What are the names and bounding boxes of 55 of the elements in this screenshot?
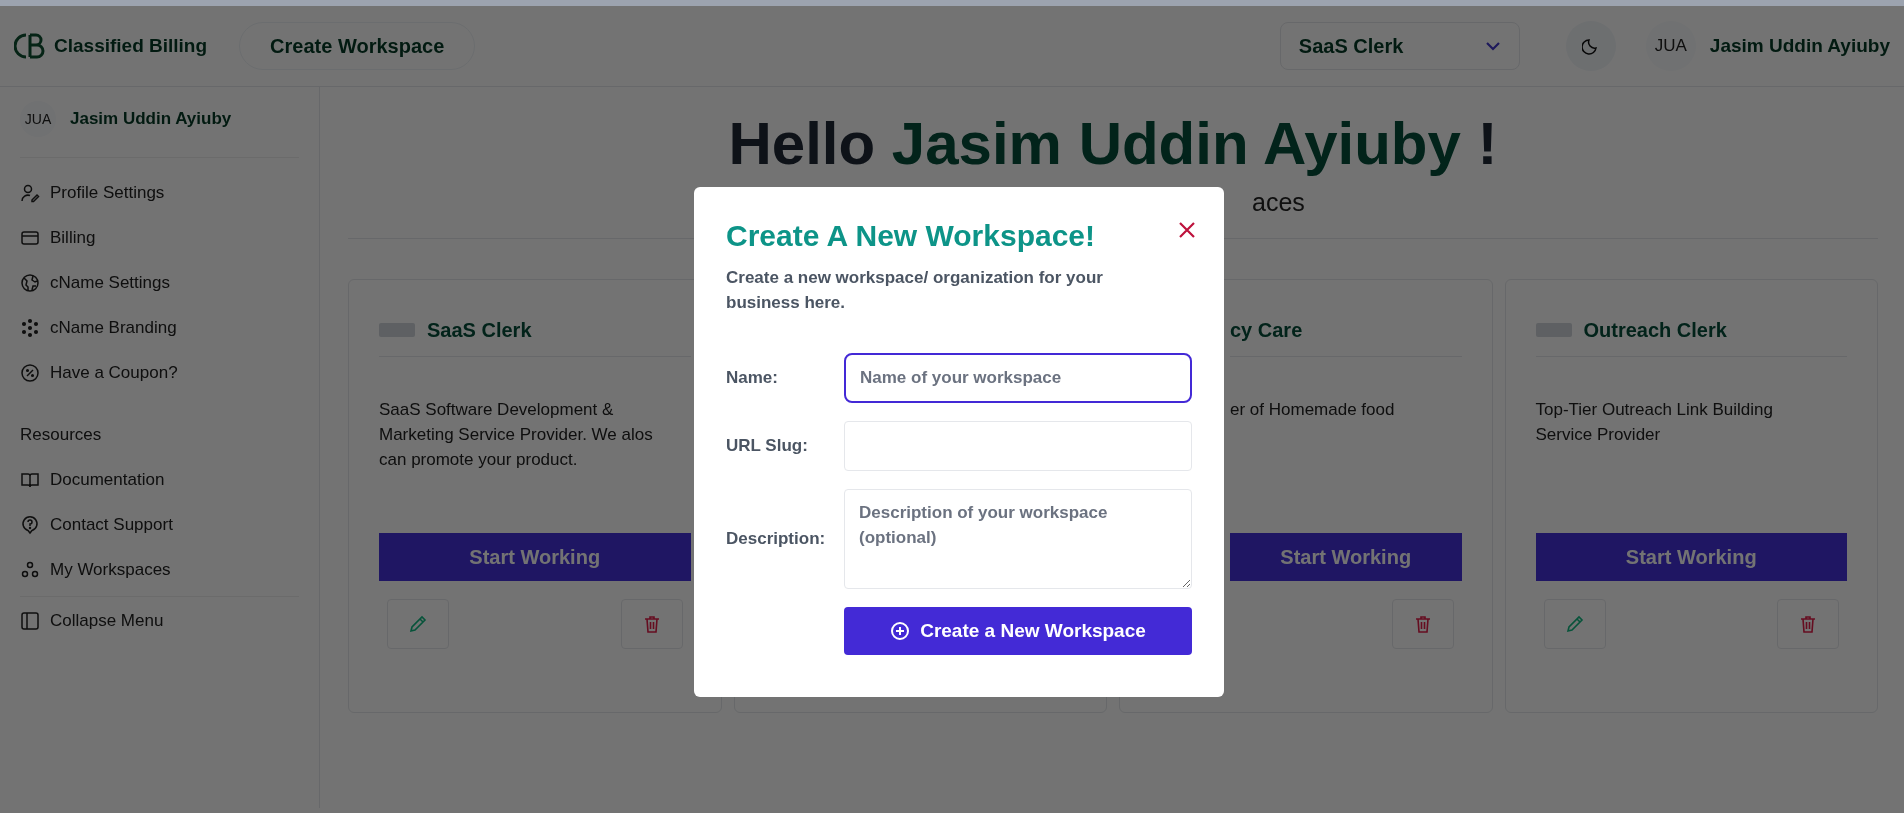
sidebar-panel-icon bbox=[20, 611, 40, 631]
sidebar-item[interactable]: Have a Coupon? bbox=[20, 350, 299, 395]
globe-icon bbox=[20, 272, 40, 293]
field-label: URL Slug: bbox=[726, 436, 809, 456]
greeting-heading: Hello Jasim Uddin Ayiuby ! bbox=[727, 109, 1499, 178]
start-working-button[interactable]: Start Working bbox=[379, 533, 691, 581]
description-field[interactable]: Description of your workspace (optional) bbox=[844, 489, 1192, 589]
logo-icon bbox=[14, 32, 46, 60]
edit-button[interactable] bbox=[1543, 599, 1606, 649]
workspace-name: Outreach Clerk bbox=[1583, 318, 1727, 342]
create-button[interactable]: Create a New Workspace bbox=[844, 607, 1192, 655]
workspace-description: er of Homemade food bbox=[1230, 399, 1396, 421]
dialog-title: Create A New Workspace! bbox=[726, 219, 1096, 253]
pencil-icon bbox=[408, 614, 428, 634]
workspace-description: SaaS Software Development & Marketing Service Provider. We alos can promote your product. bbox=[379, 399, 654, 471]
start-working-button[interactable]: Start Working bbox=[1230, 533, 1462, 581]
user-pen-icon bbox=[20, 182, 40, 203]
pencil-icon bbox=[1564, 614, 1585, 634]
sidebar-item[interactable]: Contact Support bbox=[20, 502, 299, 547]
close-icon bbox=[1178, 221, 1196, 239]
workspace-description: Top-Tier Outreach Link Building Service Provider bbox=[1535, 399, 1774, 446]
user-name: Jasim Uddin Ayiuby bbox=[70, 109, 232, 129]
circles-icon bbox=[20, 559, 40, 580]
badge-percent-icon bbox=[20, 362, 40, 383]
sidebar-item[interactable]: Documentation bbox=[20, 457, 299, 502]
workspace-name: cy Care bbox=[1230, 318, 1303, 342]
field-label: Description: bbox=[726, 529, 827, 549]
moon-icon bbox=[1581, 37, 1600, 55]
sidebar-item[interactable]: Profile Settings bbox=[20, 170, 299, 215]
url-slug-field[interactable] bbox=[844, 421, 1192, 471]
workspace-select[interactable]: SaaS Clerk bbox=[1279, 22, 1520, 70]
start-working-button[interactable]: Start Working bbox=[1535, 533, 1847, 581]
edit-button[interactable] bbox=[387, 599, 449, 649]
question-icon bbox=[20, 514, 40, 535]
dialog-description: Create a new workspace/ organization for your business here. bbox=[726, 267, 1104, 314]
trash-icon bbox=[1798, 614, 1818, 634]
create-workspace-button[interactable]: Create Workspace bbox=[239, 22, 476, 70]
sidebar-item[interactable]: cName Settings bbox=[20, 260, 299, 305]
field-label: Name: bbox=[726, 368, 779, 388]
delete-button[interactable] bbox=[620, 599, 683, 649]
sidebar-item[interactable]: cName Branding bbox=[20, 305, 299, 350]
sidebar-item[interactable]: Billing bbox=[20, 215, 299, 260]
dots-icon bbox=[20, 317, 40, 338]
collapse-menu-button[interactable]: Collapse Menu bbox=[20, 596, 299, 645]
section-heading: Resources bbox=[20, 425, 103, 445]
brand-name: Classified Billing bbox=[54, 35, 208, 57]
user-name[interactable]: Jasim Uddin Ayiuby bbox=[1709, 35, 1890, 57]
plus-circle-icon bbox=[890, 621, 911, 641]
name-field[interactable]: Name of your workspace bbox=[844, 353, 1192, 403]
delete-button[interactable] bbox=[1391, 599, 1454, 649]
sidebar-item[interactable]: My Workspaces bbox=[20, 547, 299, 592]
chevron-down-icon bbox=[1484, 41, 1501, 51]
subtitle: aces bbox=[1252, 188, 1305, 216]
delete-button[interactable] bbox=[1777, 599, 1839, 649]
workspace-name: SaaS Clerk bbox=[427, 318, 532, 342]
